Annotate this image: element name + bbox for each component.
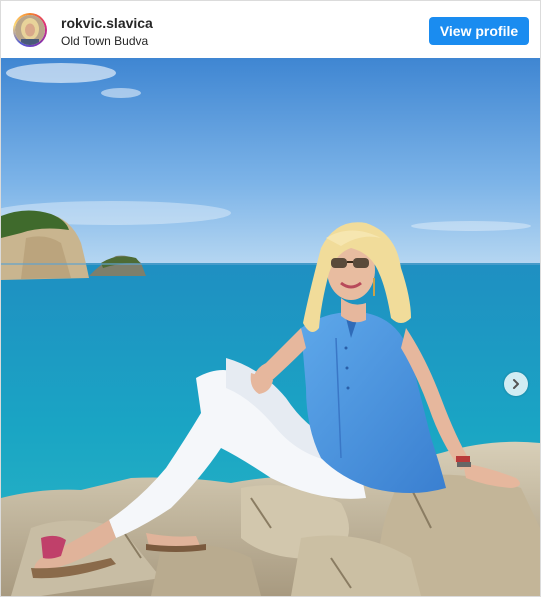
- next-photo-button[interactable]: [504, 372, 528, 396]
- post-header: rokvic.slavica Old Town Budva View profi…: [1, 1, 540, 58]
- post-card: rokvic.slavica Old Town Budva View profi…: [0, 0, 541, 597]
- location-link[interactable]: Old Town Budva: [61, 34, 148, 48]
- chevron-right-icon: [513, 379, 519, 389]
- avatar-image[interactable]: [15, 15, 45, 45]
- avatar[interactable]: [13, 13, 47, 47]
- post-photo[interactable]: [1, 58, 540, 596]
- username-link[interactable]: rokvic.slavica: [61, 15, 153, 31]
- view-profile-button[interactable]: View profile: [429, 17, 529, 45]
